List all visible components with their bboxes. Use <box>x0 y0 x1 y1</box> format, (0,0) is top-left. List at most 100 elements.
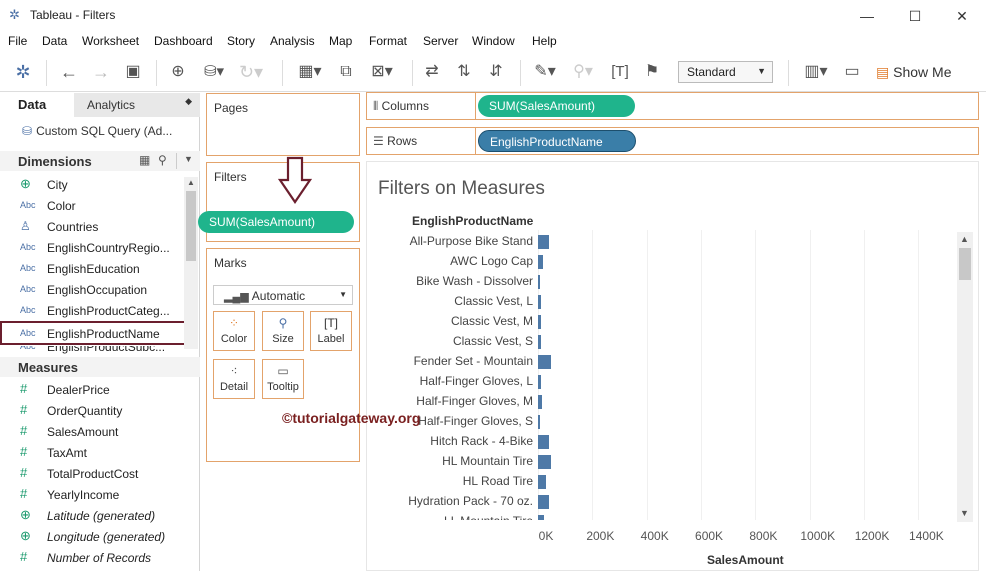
color-button[interactable]: ⁘ Color <box>213 311 255 351</box>
refresh-icon[interactable]: ↻▾ <box>236 61 266 83</box>
field-dealerprice[interactable]: # DealerPrice <box>0 380 184 401</box>
highlight-icon[interactable]: ✎▾ <box>530 61 560 83</box>
tooltip-button[interactable]: ▭ Tooltip <box>262 359 304 399</box>
row-label[interactable]: All-Purpose Bike Stand <box>410 234 533 248</box>
field-number-of-records[interactable]: # Number of Records <box>0 548 184 569</box>
detail-button[interactable]: ⁖ Detail <box>213 359 255 399</box>
pages-card[interactable]: Pages <box>206 93 360 156</box>
row-label[interactable]: HL Road Tire <box>463 474 533 488</box>
fit-select[interactable]: Standard ▼ <box>678 61 773 83</box>
maximize-icon[interactable]: ☐ <box>900 6 930 26</box>
row-label[interactable]: LL Mountain Tire <box>444 514 533 520</box>
duplicate-sheet-icon[interactable]: ⧉ <box>334 61 358 83</box>
tableau-home-icon[interactable]: ✲ <box>12 61 34 83</box>
menu-data[interactable]: Data <box>42 34 67 48</box>
sort-ascending-icon[interactable]: ⇅ <box>452 61 476 83</box>
fix-axes-icon[interactable]: ⚑ <box>640 61 664 83</box>
field-yearlyincome[interactable]: # YearlyIncome <box>0 485 184 506</box>
menu-window[interactable]: Window <box>472 34 515 48</box>
scroll-up-icon[interactable]: ▲ <box>187 178 195 187</box>
label-button[interactable]: [T] Label <box>310 311 352 351</box>
row-label[interactable]: AWC Logo Cap <box>450 254 533 268</box>
field-taxamt[interactable]: # TaxAmt <box>0 443 184 464</box>
menu-help[interactable]: Help <box>532 34 557 48</box>
menu-worksheet[interactable]: Worksheet <box>82 34 139 48</box>
row-label[interactable]: HL Mountain Tire <box>442 454 533 468</box>
bar[interactable] <box>538 295 542 309</box>
bar[interactable] <box>538 315 542 329</box>
row-label[interactable]: Bike Wash - Dissolver <box>416 274 533 288</box>
row-label[interactable]: Classic Vest, L <box>454 294 533 308</box>
bar[interactable] <box>538 435 549 449</box>
scroll-up-icon[interactable]: ▲ <box>960 234 969 244</box>
menu-server[interactable]: Server <box>423 34 458 48</box>
show-me-button[interactable]: ▤ Show Me <box>876 61 976 83</box>
show-cards-icon[interactable]: ▥▾ <box>798 61 834 83</box>
size-button[interactable]: ⚲ Size <box>262 311 304 351</box>
columns-pill-sum-salesamount[interactable]: SUM(SalesAmount) <box>478 95 635 117</box>
clear-sheet-icon[interactable]: ⊠▾ <box>364 61 400 83</box>
menu-analysis[interactable]: Analysis <box>270 34 315 48</box>
field-countries[interactable]: ♙ Countries <box>0 217 184 238</box>
field-englishproductcategory[interactable]: Abc EnglishProductCateg... <box>0 301 184 322</box>
minimize-icon[interactable]: — <box>852 6 882 26</box>
columns-shelf[interactable]: ⦀ Columns SUM(SalesAmount) <box>366 92 979 120</box>
bar[interactable] <box>538 375 541 389</box>
field-orderquantity[interactable]: # OrderQuantity <box>0 401 184 422</box>
scrollbar-thumb[interactable] <box>959 248 971 280</box>
close-icon[interactable]: ✕ <box>947 6 977 26</box>
row-label[interactable]: Fender Set - Mountain <box>414 354 533 368</box>
rows-shelf[interactable]: ☰ Rows EnglishProductName <box>366 127 979 155</box>
bar[interactable] <box>538 275 540 289</box>
sort-descending-icon[interactable]: ⇵ <box>484 61 508 83</box>
row-label[interactable]: Half-Finger Gloves, L <box>420 374 533 388</box>
bar[interactable] <box>538 455 552 469</box>
field-englishcountryregion[interactable]: Abc EnglishCountryRegio... <box>0 238 184 259</box>
show-mark-labels-icon[interactable]: [T] <box>608 61 632 83</box>
field-englisheducation[interactable]: Abc EnglishEducation <box>0 259 184 280</box>
redo-icon[interactable]: → <box>90 61 112 83</box>
tab-analytics[interactable]: Analytics ◆ <box>74 93 200 117</box>
field-englishoccupation[interactable]: Abc EnglishOccupation <box>0 280 184 301</box>
field-city[interactable]: ⊕ City <box>0 175 184 196</box>
group-members-icon[interactable]: ⚲▾ <box>568 61 598 83</box>
bar[interactable] <box>538 515 544 520</box>
datasource-options-icon[interactable]: ⛁▾ <box>198 61 230 83</box>
row-label[interactable]: Half-Finger Gloves, S <box>418 414 533 428</box>
row-label[interactable]: Hydration Pack - 70 oz. <box>408 494 533 508</box>
field-longitude[interactable]: ⊕ Longitude (generated) <box>0 527 184 548</box>
menu-map[interactable]: Map <box>329 34 352 48</box>
row-label[interactable]: Classic Vest, M <box>451 314 533 328</box>
field-salesamount[interactable]: # SalesAmount <box>0 422 184 443</box>
rows-pill-englishproductname[interactable]: EnglishProductName <box>478 130 636 152</box>
new-worksheet-icon[interactable]: ▦▾ <box>292 61 328 83</box>
bar[interactable] <box>538 335 542 349</box>
menu-file[interactable]: File <box>8 34 27 48</box>
menu-story[interactable]: Story <box>227 34 255 48</box>
bar[interactable] <box>538 235 549 249</box>
field-latitude[interactable]: ⊕ Latitude (generated) <box>0 506 184 527</box>
view-data-icon[interactable]: ▦ <box>139 153 150 167</box>
save-icon[interactable]: ▣ <box>122 61 144 83</box>
search-icon[interactable]: ⚲ <box>158 153 167 167</box>
bar[interactable] <box>538 355 551 369</box>
field-englishproductsubcategory[interactable]: Abc EnglishProductSubc... <box>0 346 184 356</box>
bar[interactable] <box>538 475 546 489</box>
mark-type-select[interactable]: ▂▄▆ Automatic ▼ <box>213 285 353 305</box>
undo-icon[interactable]: ← <box>58 61 80 83</box>
chevron-down-icon[interactable]: ▼ <box>184 154 193 164</box>
tab-data[interactable]: Data <box>0 93 74 117</box>
new-datasource-icon[interactable]: ⊕ <box>166 61 190 83</box>
row-label[interactable]: Half-Finger Gloves, M <box>416 394 533 408</box>
filter-pill-sum-salesamount[interactable]: SUM(SalesAmount) <box>198 211 354 233</box>
dimensions-scrollbar[interactable]: ▲ <box>184 177 198 349</box>
swap-rows-columns-icon[interactable]: ⇄ <box>420 61 444 83</box>
field-totalproductcost[interactable]: # TotalProductCost <box>0 464 184 485</box>
menu-format[interactable]: Format <box>369 34 407 48</box>
datasource-item[interactable]: ⛁ Custom SQL Query (Ad... <box>0 121 200 143</box>
bar[interactable] <box>538 415 541 429</box>
bar[interactable] <box>538 255 544 269</box>
field-color[interactable]: Abc Color <box>0 196 184 217</box>
menu-dashboard[interactable]: Dashboard <box>154 34 213 48</box>
field-englishproductname[interactable]: Abc EnglishProductName <box>0 321 186 345</box>
